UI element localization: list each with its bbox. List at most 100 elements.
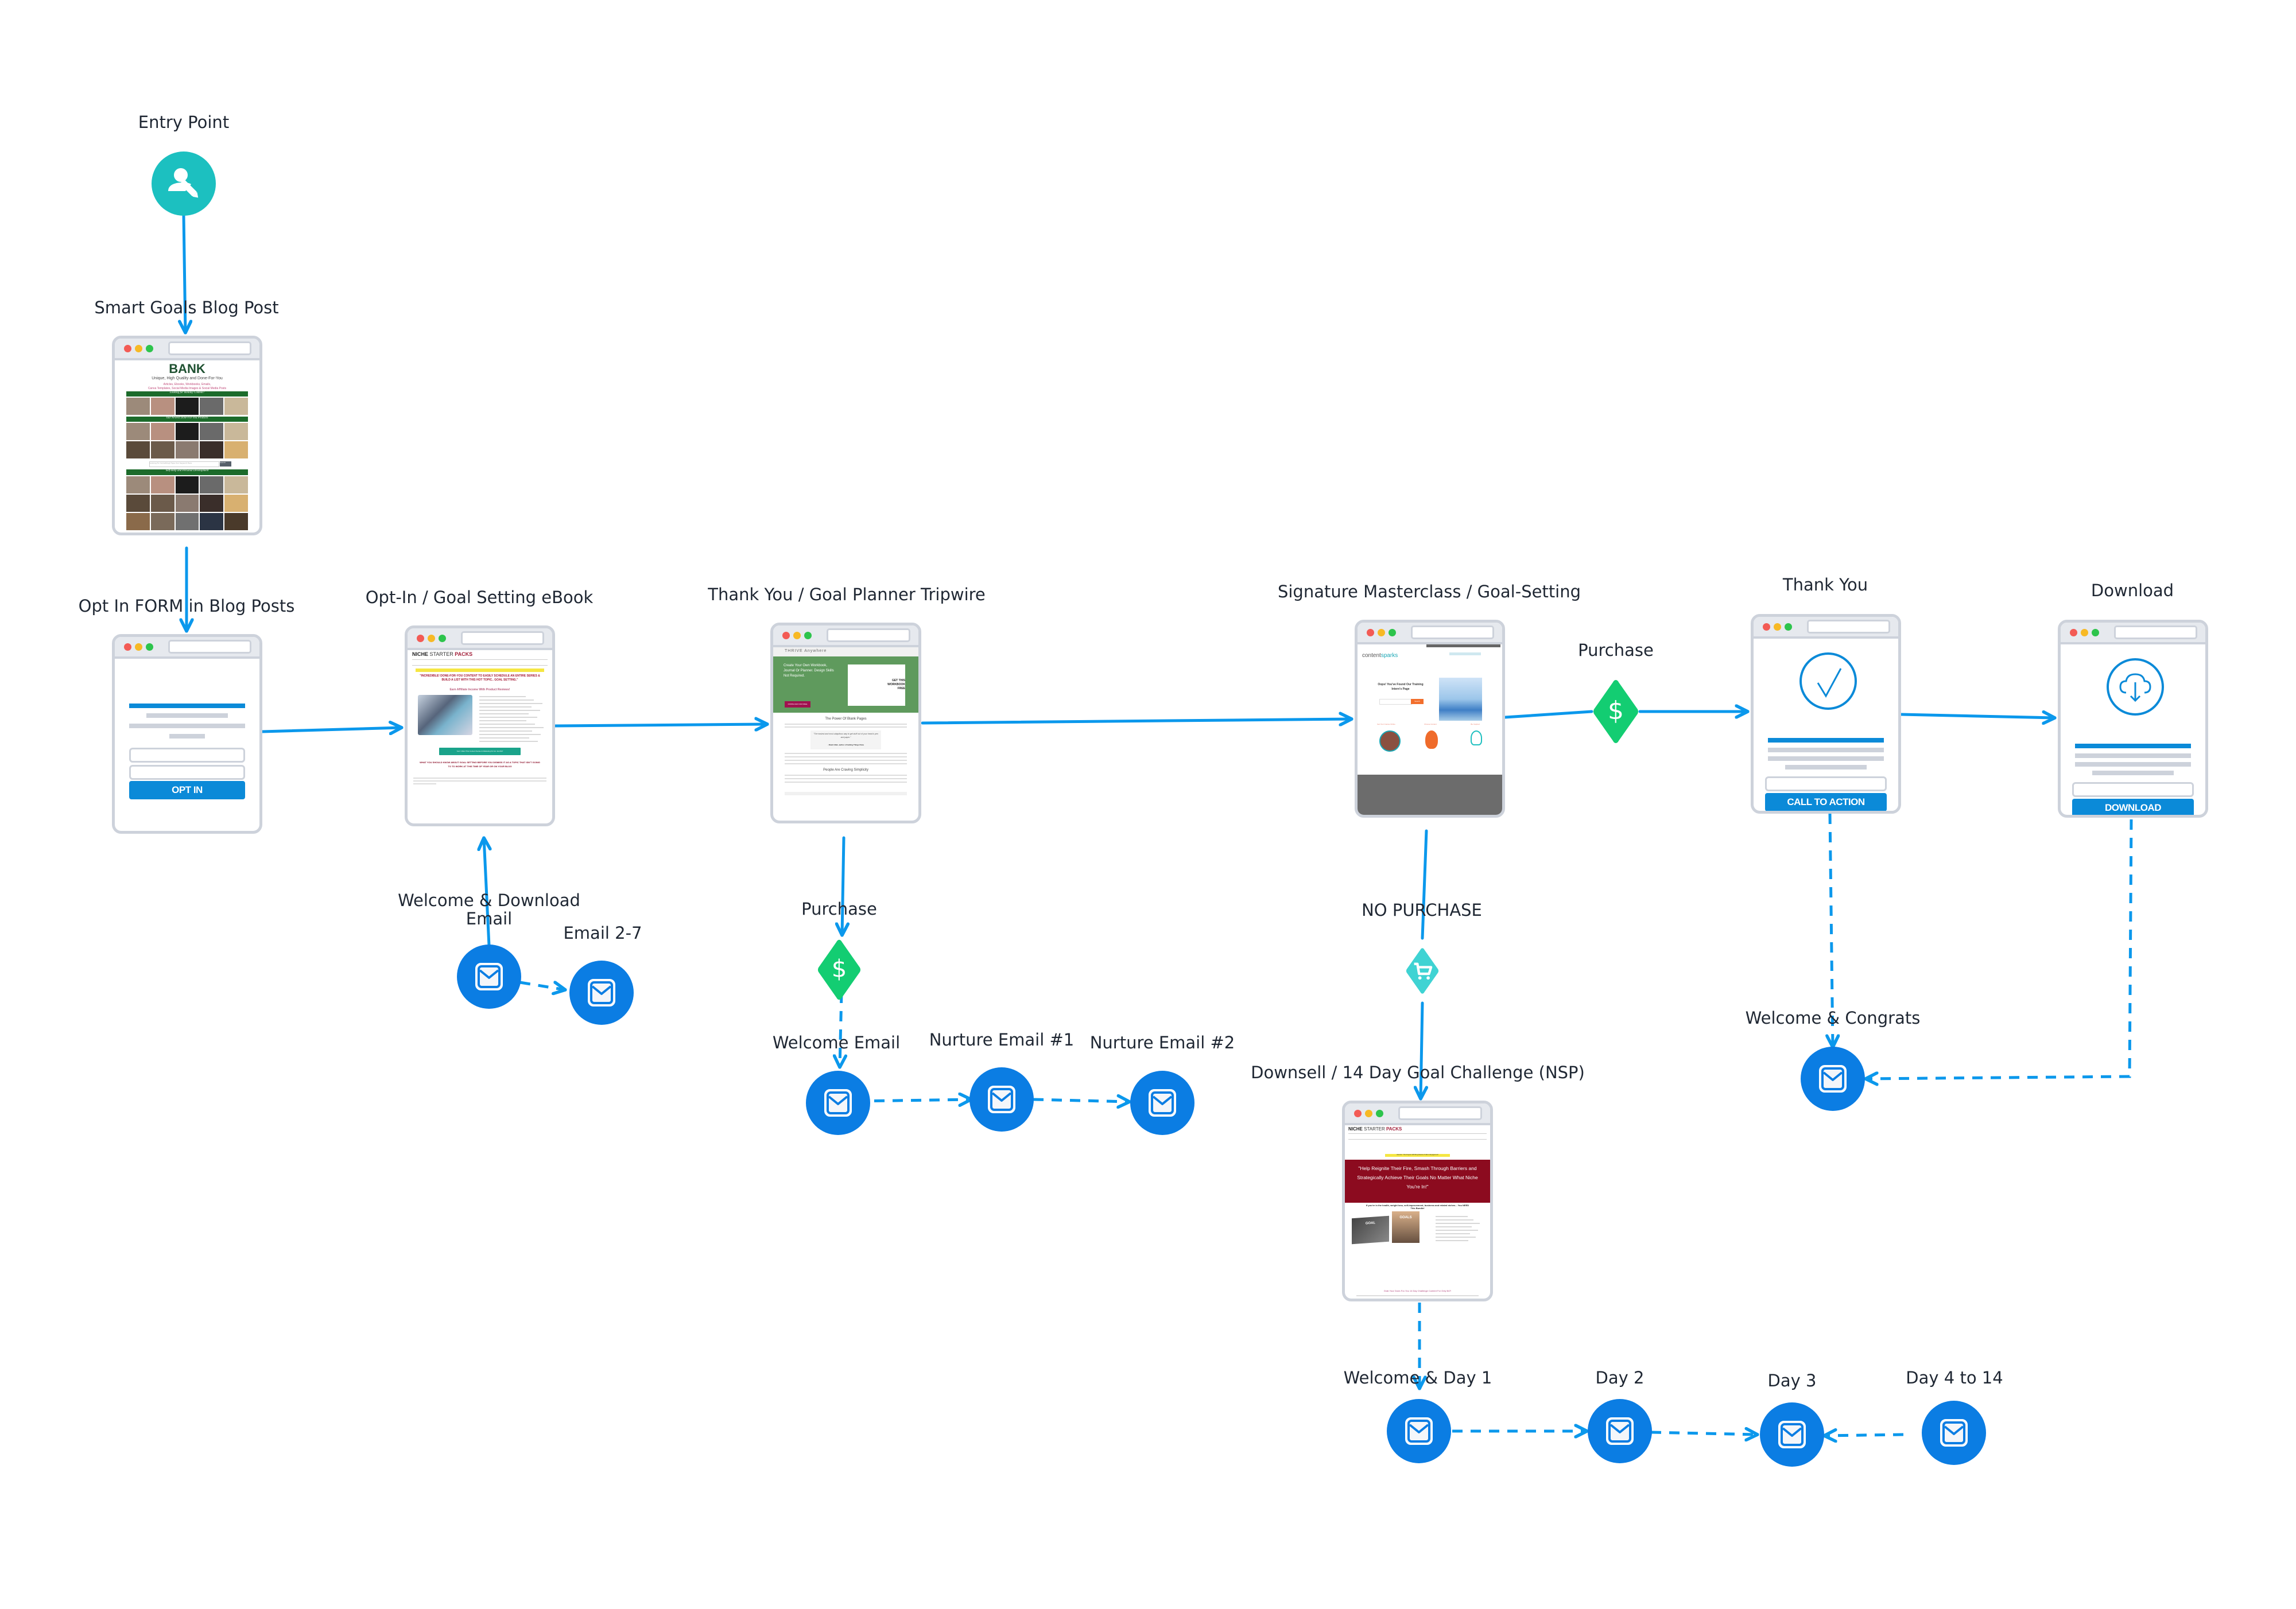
thumb-avatar <box>1379 730 1401 752</box>
thumb-highlight <box>416 669 544 672</box>
name-field[interactable] <box>129 748 245 763</box>
optin-form-label: Opt In FORM in Blog Posts <box>78 596 295 616</box>
thumb-image-tile <box>175 513 199 530</box>
check-circle-icon <box>1799 652 1857 710</box>
browser-toolbar <box>1358 623 1502 644</box>
connector-masterclass-to-nopurchase <box>1421 829 1428 940</box>
downsell-thumbnail: NICHE STARTER PACKS Attention: This Prog… <box>1345 1125 1490 1299</box>
thumb-search-field: Looking For Something? Type Your Keyword… <box>149 461 219 467</box>
text-placeholder <box>1785 765 1867 769</box>
blog-post-page[interactable]: BANK Unique, High Quality and Done-For-Y… <box>112 336 262 535</box>
thumb-text-line <box>479 741 538 742</box>
thumb-footer <box>1358 775 1502 815</box>
email-node-day-4-14[interactable] <box>1922 1401 1986 1465</box>
thumb-attention: Attention: This Program Will Bring Massi… <box>1385 1154 1450 1157</box>
thumb-tagline: Unique, High Quality and Done-For-You <box>152 376 223 380</box>
thumb-search-button: Search <box>1411 699 1424 704</box>
email-node-welcome[interactable] <box>806 1071 870 1135</box>
day-1-label: Welcome & Day 1 <box>1343 1368 1492 1388</box>
user-edit-icon <box>168 168 199 198</box>
optin-form-page[interactable]: OPT IN <box>112 634 262 834</box>
tripwire-label: Thank You / Goal Planner Tripwire <box>708 585 986 604</box>
connector-day2-to-day3 <box>1650 1432 1758 1435</box>
download-page[interactable]: DOWNLOAD <box>2058 620 2208 818</box>
welcome-congrats-label: Welcome & Congrats <box>1745 1008 1921 1028</box>
thumb-banner-holiday: Looking for Holiday Content? <box>126 391 248 397</box>
input-field[interactable] <box>2072 782 2194 797</box>
email-node-2-7[interactable] <box>569 961 634 1025</box>
purchase-tripwire-label: Purchase <box>801 899 877 919</box>
url-bar <box>168 640 251 654</box>
thumb-image-tile <box>200 476 224 493</box>
downsell-page[interactable]: NICHE STARTER PACKS Attention: This Prog… <box>1342 1101 1493 1301</box>
thumb-image-tile <box>224 495 248 512</box>
thumb-image-tile <box>175 398 199 415</box>
email-node-welcome-congrats[interactable] <box>1801 1047 1865 1111</box>
thumb-image-tile <box>126 476 150 493</box>
thumb-image-tile <box>200 495 224 512</box>
purchase-tripwire-decision[interactable]: $ <box>816 938 862 1002</box>
thumb-banner-products: Our Newest Done-For-You Products <box>126 417 248 422</box>
email-node-day-1[interactable] <box>1387 1399 1451 1463</box>
envelope-icon <box>1940 1419 1968 1447</box>
thumb-cta-button: Yes! I Want This Content Series & Market… <box>439 748 521 755</box>
thumb-image-tile <box>126 495 150 512</box>
thumb-book-1: GOAL <box>1352 1215 1389 1245</box>
email-node-nurture-2[interactable] <box>1130 1071 1194 1135</box>
thumb-heading-2: People Are Craving Simplicity <box>823 768 868 772</box>
envelope-icon <box>1606 1417 1634 1445</box>
call-to-action-button[interactable]: CALL TO ACTION <box>1765 793 1887 811</box>
download-button[interactable]: DOWNLOAD <box>2072 799 2194 815</box>
email-node-welcome-download[interactable] <box>457 945 521 1009</box>
connector-thankyou-to-download <box>1899 714 2055 718</box>
thumb-banner-selfhelp: Self-Help and Personal Development <box>126 469 248 475</box>
text-placeholder <box>146 713 228 718</box>
thumb-col3-title: Be Inspired <box>1471 723 1480 725</box>
browser-toolbar <box>115 339 259 360</box>
purchase-main-decision[interactable]: $ <box>1592 678 1640 745</box>
thumb-text-line <box>479 703 543 704</box>
connector-tripwire-to-masterclass <box>921 719 1352 723</box>
thumb-headline-2: WHAT YOU SHOULD KNOW ABOUT GOAL SETTING … <box>420 761 540 768</box>
thumb-brand: BANK <box>169 362 205 376</box>
thumb-hero-text: "Help Reignite Their Fire, Smash Through… <box>1357 1165 1478 1190</box>
thank-you-page[interactable]: CALL TO ACTION <box>1751 614 1901 814</box>
cloud-download-icon <box>2107 658 2164 716</box>
no-purchase-decision[interactable] <box>1405 947 1440 996</box>
thumb-brand: NICHE STARTER PACKS <box>1348 1126 1402 1132</box>
text-placeholder <box>2075 753 2191 758</box>
thumb-sub1: Articles, Ebooks, Workbooks, Emails, <box>163 383 211 386</box>
thumb-image-tile <box>224 513 248 530</box>
thumb-hero-image <box>1439 678 1482 721</box>
thumb-image-grid <box>126 423 248 458</box>
thumb-image-tile <box>224 476 248 493</box>
thumb-quote-author: - David Allen, author of Getting Things … <box>827 744 864 746</box>
thumb-text-line <box>479 730 532 732</box>
text-placeholder <box>1768 748 1884 752</box>
browser-toolbar <box>115 637 259 659</box>
envelope-icon <box>988 1086 1015 1113</box>
thumb-text-line <box>1436 1240 1468 1241</box>
email-field[interactable] <box>129 765 245 780</box>
ebook-label: Opt-In / Goal Setting eBook <box>365 588 594 607</box>
email-node-nurture-1[interactable] <box>969 1067 1034 1132</box>
thumb-image-tile <box>200 423 224 440</box>
email-node-day-2[interactable] <box>1588 1399 1652 1463</box>
envelope-icon <box>1819 1065 1847 1093</box>
nurture-1-label: Nurture Email #1 <box>929 1030 1075 1050</box>
thumb-brand: contentsparks <box>1362 652 1398 659</box>
email-node-day-3[interactable] <box>1760 1402 1824 1467</box>
thumb-image-grid <box>126 476 248 530</box>
tripwire-page[interactable]: THRIVE Anywhere Create Your Own Workbook… <box>770 623 921 823</box>
thumb-text-line <box>479 724 535 725</box>
dollar-icon: $ <box>1608 696 1624 725</box>
thumb-image-tile <box>150 495 174 512</box>
browser-toolbar <box>773 625 918 647</box>
url-bar <box>2114 625 2197 639</box>
opt-in-button[interactable]: OPT IN <box>129 781 245 799</box>
ebook-page[interactable]: NICHE STARTER PACKS "INCREDIBLE! DONE-FO… <box>405 625 555 826</box>
input-field[interactable] <box>1765 776 1887 791</box>
entry-point-node[interactable] <box>152 151 216 216</box>
thumb-text-line <box>1436 1226 1472 1227</box>
masterclass-page[interactable]: contentsparks Oops! You've Found Our Tra… <box>1355 620 1505 818</box>
